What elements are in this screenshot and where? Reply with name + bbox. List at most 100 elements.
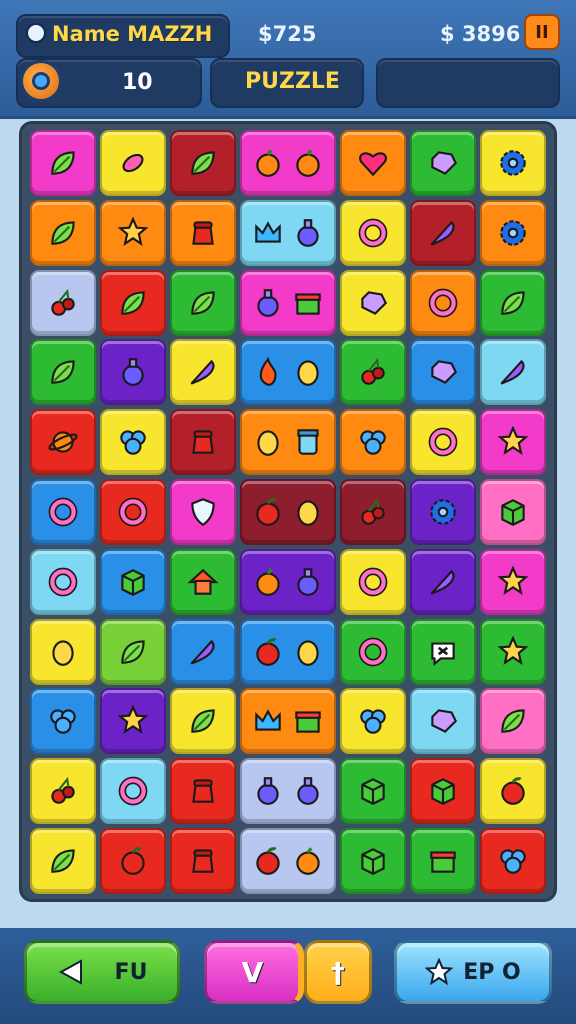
sword-button[interactable]: † [304, 940, 372, 1004]
pause-button[interactable]: II [524, 14, 560, 50]
board-tile[interactable] [410, 828, 476, 894]
shield-button[interactable]: V [204, 940, 304, 1004]
board-tile[interactable] [410, 199, 476, 266]
board-tile[interactable] [30, 130, 96, 196]
board-tile[interactable] [30, 339, 96, 406]
board-tile[interactable] [30, 828, 96, 894]
orange-fruit-icon [296, 149, 320, 177]
board-tile[interactable] [170, 479, 236, 545]
board-tile[interactable] [340, 548, 406, 615]
gear-icon [500, 220, 526, 246]
board-tile[interactable] [240, 339, 336, 406]
board-tile[interactable] [100, 548, 166, 615]
board-tile[interactable] [240, 409, 336, 476]
crown-icon [255, 709, 281, 731]
board-tile[interactable] [170, 409, 236, 476]
ring-icon [428, 427, 458, 457]
board-tile[interactable] [240, 199, 336, 266]
board-tile[interactable] [100, 409, 166, 476]
board-tile[interactable] [30, 548, 96, 615]
board-tile[interactable] [170, 199, 236, 266]
board-tile[interactable] [480, 618, 546, 685]
board-tile[interactable] [480, 758, 546, 825]
board-tile[interactable] [340, 479, 406, 545]
board-tile[interactable] [170, 828, 236, 894]
board-tile[interactable] [480, 199, 546, 266]
flower-icon [360, 709, 386, 735]
board-tile[interactable] [480, 269, 546, 336]
board-tile[interactable] [410, 618, 476, 685]
board-tile[interactable] [100, 758, 166, 825]
board-tile[interactable] [30, 269, 96, 336]
board-tile[interactable] [480, 479, 546, 545]
board-tile[interactable] [100, 828, 166, 894]
board-tile[interactable] [480, 688, 546, 755]
board-tile[interactable] [340, 409, 406, 476]
board-tile[interactable] [100, 339, 166, 406]
board-tile[interactable] [170, 688, 236, 755]
board-tile[interactable] [240, 130, 336, 196]
board-tile[interactable] [340, 618, 406, 685]
board-tile[interactable] [30, 618, 96, 685]
board-tile[interactable] [170, 548, 236, 615]
board-tile[interactable] [480, 130, 546, 196]
board-tile[interactable] [410, 758, 476, 825]
board-tile[interactable] [240, 688, 336, 755]
board-tile[interactable] [340, 339, 406, 406]
ring-icon [428, 288, 458, 317]
potion-icon [297, 777, 319, 805]
board-tile[interactable] [30, 688, 96, 755]
star-button[interactable]: EP O [394, 940, 552, 1004]
lemon-icon [297, 360, 319, 387]
board-tile[interactable] [480, 339, 546, 406]
board-tile[interactable] [340, 688, 406, 755]
board-tile[interactable] [240, 479, 336, 545]
board-tile[interactable] [100, 618, 166, 685]
board-tile[interactable] [170, 269, 236, 336]
board-tile[interactable] [410, 130, 476, 196]
board-tile[interactable] [410, 339, 476, 406]
board-tile[interactable] [100, 688, 166, 755]
board-tile[interactable] [100, 479, 166, 545]
board-tile[interactable] [240, 269, 336, 336]
gem-icon [361, 290, 388, 315]
lemon-icon [297, 639, 319, 666]
board-tile[interactable] [340, 199, 406, 266]
board-tile[interactable] [410, 269, 476, 336]
board-tile[interactable] [340, 828, 406, 894]
back-button[interactable]: FU [24, 940, 180, 1004]
gift-icon [295, 293, 321, 315]
board-tile[interactable] [30, 199, 96, 266]
potion-icon [297, 218, 319, 247]
ring-icon [358, 637, 388, 666]
board-tile[interactable] [170, 758, 236, 825]
board-tile[interactable] [170, 618, 236, 685]
board-tile[interactable] [240, 828, 336, 894]
board-tile[interactable] [30, 409, 96, 476]
board-tile[interactable] [240, 618, 336, 685]
board-tile[interactable] [480, 548, 546, 615]
board-tile[interactable] [410, 479, 476, 545]
puzzle-board [22, 124, 554, 899]
board-tile[interactable] [410, 548, 476, 615]
board-tile[interactable] [480, 409, 546, 476]
board-tile[interactable] [340, 130, 406, 196]
board-tile[interactable] [170, 130, 236, 196]
board-tile[interactable] [30, 479, 96, 545]
board-tile[interactable] [340, 269, 406, 336]
board-tile[interactable] [340, 758, 406, 825]
board-tile[interactable] [480, 828, 546, 894]
board-tile[interactable] [410, 688, 476, 755]
board-tile[interactable] [240, 548, 336, 615]
board-tile[interactable] [100, 199, 166, 266]
ring-icon [358, 567, 388, 597]
jar-icon [297, 429, 319, 455]
board-tile[interactable] [170, 339, 236, 406]
board-tile[interactable] [100, 130, 166, 196]
board-tile[interactable] [100, 269, 166, 336]
gear-icon [500, 150, 526, 176]
board-tile[interactable] [240, 758, 336, 825]
level-coin-icon [20, 60, 62, 102]
board-tile[interactable] [30, 758, 96, 825]
board-tile[interactable] [410, 409, 476, 476]
